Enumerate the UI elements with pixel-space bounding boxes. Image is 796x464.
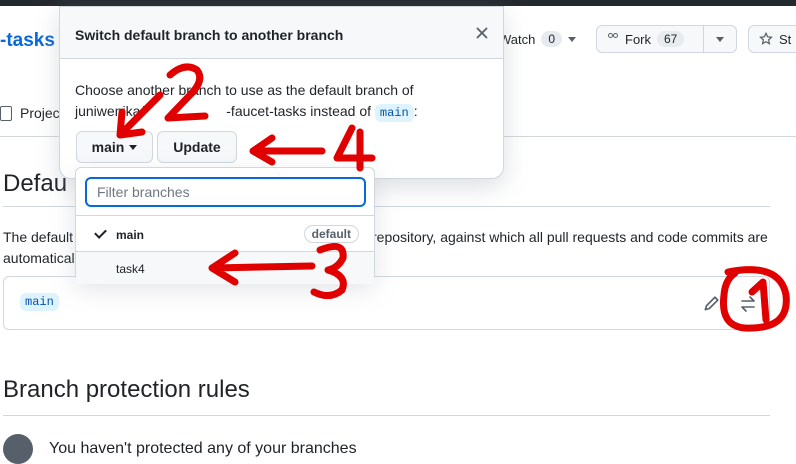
default-badge: default <box>303 225 359 243</box>
star-label: St <box>779 31 792 47</box>
current-branch-pill: main <box>20 293 59 311</box>
pencil-icon[interactable] <box>702 295 720 313</box>
protection-empty-text: You haven't protected any of your branch… <box>49 440 357 457</box>
star-icon <box>759 32 773 45</box>
branch-icon <box>3 434 33 464</box>
default-branch-description-right: repository, against which all pull reque… <box>372 229 768 245</box>
fork-count: 67 <box>657 31 685 47</box>
branch-option-label: task4 <box>116 262 145 276</box>
description-line: The default <box>3 229 74 245</box>
dialog-body-text: Choose another branch to use as the defa… <box>75 80 495 124</box>
fork-icon <box>607 33 619 45</box>
switch-arrows-icon[interactable] <box>738 295 758 313</box>
fork-label: Fork <box>625 31 651 47</box>
project-icon <box>0 105 12 121</box>
repo-tab-projects[interactable]: Projec <box>0 105 60 121</box>
menu-divider <box>76 215 374 216</box>
current-branch-code: main <box>374 104 414 122</box>
star-button[interactable]: St <box>748 25 796 53</box>
dialog-text: juniwenika/ <box>75 103 145 119</box>
dialog-title: Switch default branch to another branch <box>75 27 344 43</box>
watch-label: Watch <box>499 31 536 47</box>
chevron-down-icon <box>716 36 724 42</box>
chevron-down-icon <box>568 36 577 42</box>
watch-button[interactable]: Watch 0 <box>495 25 587 53</box>
description-line: automatical <box>3 250 75 266</box>
close-icon[interactable] <box>473 24 491 42</box>
dialog-text: : <box>413 103 418 119</box>
chevron-down-icon <box>129 144 138 150</box>
branch-option-main[interactable]: main default <box>76 218 374 251</box>
section-divider <box>3 415 770 416</box>
branch-select-menu: main default task4 <box>75 167 375 284</box>
branch-select-button[interactable]: main <box>76 131 153 163</box>
update-button[interactable]: Update <box>157 131 237 163</box>
current-default-branch-box: main <box>3 276 770 330</box>
filter-branches-input[interactable] <box>85 177 366 207</box>
dialog-text: Choose another branch to use as the defa… <box>75 82 414 98</box>
check-icon <box>94 226 107 239</box>
default-branch-description-left: The default automatical <box>3 227 75 269</box>
branch-option-task4[interactable]: task4 <box>76 251 374 284</box>
switch-default-branch-dialog: Switch default branch to another branch … <box>59 6 504 179</box>
dialog-header: Switch default branch to another branch <box>60 7 503 59</box>
branch-option-label: main <box>116 228 145 242</box>
repo-name-link[interactable]: -tasks <box>0 30 55 52</box>
dialog-text: -faucet-tasks instead of <box>226 103 372 119</box>
default-branch-heading: Defau <box>3 170 68 197</box>
fork-button[interactable]: Fork 67 <box>596 25 704 53</box>
branch-protection-heading: Branch protection rules <box>3 376 250 403</box>
protection-empty-state: You haven't protected any of your branch… <box>3 434 357 464</box>
repo-tab-label: Projec <box>20 105 60 121</box>
fork-dropdown-button[interactable] <box>703 25 737 53</box>
branch-select-label: main <box>91 139 125 155</box>
watch-count: 0 <box>541 31 563 47</box>
